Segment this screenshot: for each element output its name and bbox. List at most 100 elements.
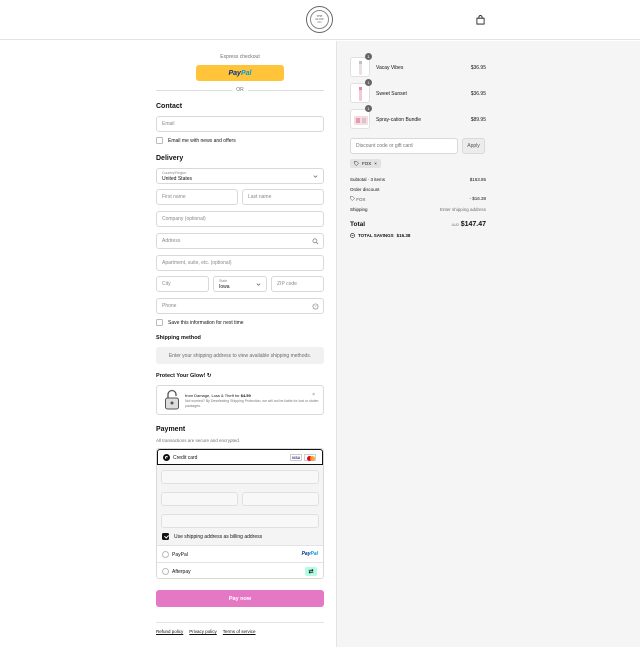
- quantity-badge: 1: [365, 53, 372, 60]
- newsletter-row[interactable]: Email me with news and offers: [156, 137, 236, 144]
- state-select[interactable]: State Iowa: [213, 276, 267, 292]
- mastercard-icon: [304, 454, 316, 461]
- newsletter-label: Email me with news and offers: [168, 137, 236, 144]
- item-price: $36.95: [470, 65, 486, 71]
- first-name-field[interactable]: [156, 189, 238, 205]
- paypal-pay-text: Pay: [228, 69, 241, 77]
- chevron-down-icon: [256, 283, 261, 286]
- apartment-input[interactable]: [157, 256, 323, 270]
- address-field[interactable]: [156, 233, 324, 249]
- newsletter-checkbox[interactable]: [156, 137, 163, 144]
- save-info-row[interactable]: Save this information for next time: [156, 319, 244, 326]
- payment-subtitle: All transactions are secure and encrypte…: [156, 438, 241, 443]
- discount-code-input[interactable]: [351, 139, 457, 153]
- paypal-express-button[interactable]: Pay Pal: [196, 65, 284, 81]
- paypal-pal-text: Pal: [240, 69, 252, 77]
- applied-discount-chip: FOX ×: [350, 159, 381, 168]
- footer-divider: [156, 622, 324, 623]
- help-circle-icon[interactable]: ?: [312, 303, 319, 310]
- total-savings-label: TOTAL SAVINGS: [358, 233, 394, 238]
- credit-card-radio[interactable]: [163, 454, 170, 461]
- footer-links: Refund policy Privacy policy Terms of se…: [156, 629, 256, 634]
- delivery-title: Delivery: [156, 155, 184, 162]
- afterpay-radio[interactable]: [162, 568, 169, 575]
- city-input[interactable]: [157, 277, 208, 291]
- shipping-protection-box[interactable]: from Damage, Loss & Theft for $4.59 Not …: [156, 385, 324, 415]
- refund-policy-link[interactable]: Refund policy: [156, 629, 183, 634]
- credit-card-label: Credit card: [173, 455, 198, 461]
- close-icon[interactable]: ×: [312, 392, 315, 398]
- country-label: Country/Region: [162, 171, 187, 175]
- item-price: $89.95: [470, 117, 486, 123]
- save-info-checkbox[interactable]: [156, 319, 163, 326]
- apply-discount-button[interactable]: Apply: [462, 138, 485, 154]
- zip-input[interactable]: [272, 277, 323, 291]
- zip-field[interactable]: [271, 276, 324, 292]
- payment-option-credit-card[interactable]: Credit card VISA: [157, 449, 323, 465]
- country-select[interactable]: Country/Region United States: [156, 168, 324, 184]
- apartment-field[interactable]: [156, 255, 324, 271]
- search-icon: [312, 238, 319, 245]
- cart-item: 1 Spray-cation Bundle $89.95: [350, 105, 486, 131]
- save-info-label: Save this information for next time: [168, 319, 244, 326]
- logo-emblem: THE GLOW CO: [310, 10, 329, 29]
- remove-discount-icon[interactable]: ×: [374, 161, 377, 166]
- card-expiry-field[interactable]: [161, 492, 238, 506]
- total-row: Total AUD $147.47: [350, 221, 486, 228]
- billing-address-label: Use shipping address as billing address: [174, 533, 263, 540]
- order-discount-row: Order discount: [350, 187, 486, 192]
- shipping-title: Shipping method: [156, 335, 201, 341]
- first-name-input[interactable]: [157, 190, 237, 204]
- total-label: Total: [350, 221, 366, 228]
- pay-now-button[interactable]: Pay now: [156, 590, 324, 607]
- card-name-field[interactable]: [161, 514, 319, 528]
- email-input[interactable]: [157, 117, 323, 131]
- company-input[interactable]: [157, 212, 323, 226]
- card-number-field[interactable]: [161, 470, 319, 484]
- email-field[interactable]: [156, 116, 324, 132]
- city-field[interactable]: [156, 276, 209, 292]
- express-checkout-label: Express checkout: [220, 54, 260, 60]
- protection-price: $4.59: [240, 393, 251, 398]
- total-currency: AUD: [451, 223, 459, 227]
- address-input[interactable]: [157, 234, 323, 248]
- protect-title: Protect Your Glow! ↻: [156, 373, 212, 379]
- company-field[interactable]: [156, 211, 324, 227]
- payment-option-paypal[interactable]: PayPal PayPal: [157, 545, 323, 562]
- billing-address-checkbox[interactable]: [162, 533, 169, 540]
- terms-of-service-link[interactable]: Terms of service: [223, 629, 256, 634]
- discount-code-field[interactable]: [350, 138, 458, 154]
- paypal-radio[interactable]: [162, 551, 169, 558]
- last-name-input[interactable]: [243, 190, 323, 204]
- discount-detail-row: FOX - $16.38: [350, 196, 486, 202]
- total-savings-row: TOTAL SAVINGS $16.38: [350, 233, 410, 238]
- payment-option-afterpay[interactable]: Afterpay ⇄: [157, 562, 323, 578]
- order-discount-label: Order discount: [350, 187, 380, 192]
- discount-value: - $16.38: [469, 196, 486, 201]
- card-cvv-field[interactable]: [242, 492, 319, 506]
- phone-field[interactable]: ?: [156, 298, 324, 314]
- tag-icon: [354, 161, 359, 166]
- billing-address-row[interactable]: Use shipping address as billing address: [162, 533, 262, 540]
- shopping-bag-icon[interactable]: [476, 15, 485, 25]
- subtotal-value: $163.85: [469, 177, 486, 182]
- checkout-form: Express checkout Pay Pal OR Contact Email…: [0, 41, 336, 647]
- logo-line-3: CO: [317, 21, 322, 24]
- state-label: State: [219, 279, 228, 283]
- phone-input[interactable]: [157, 299, 323, 313]
- country-value: United States: [162, 176, 193, 182]
- item-price: $36.95: [470, 91, 486, 97]
- paypal-logo-icon: PayPal: [301, 551, 318, 557]
- store-logo[interactable]: THE GLOW CO: [306, 6, 333, 33]
- shipping-value: Enter shipping address: [439, 207, 486, 212]
- divider-line-right: [248, 90, 324, 91]
- protection-disclaimer: Not worried? By Deselecting Shipping Pro…: [185, 399, 319, 408]
- last-name-field[interactable]: [242, 189, 324, 205]
- state-value: Iowa: [219, 284, 230, 290]
- shipping-row: Shipping Enter shipping address: [350, 207, 486, 212]
- afterpay-label: Afterpay: [172, 569, 191, 575]
- cart-item: 1 Vacay Vibes $36.95: [350, 53, 486, 79]
- privacy-policy-link[interactable]: Privacy policy: [189, 629, 217, 634]
- order-summary: 1 Vacay Vibes $36.95 1 Sweet Sunset $36.…: [336, 41, 640, 647]
- tag-icon: [350, 196, 355, 201]
